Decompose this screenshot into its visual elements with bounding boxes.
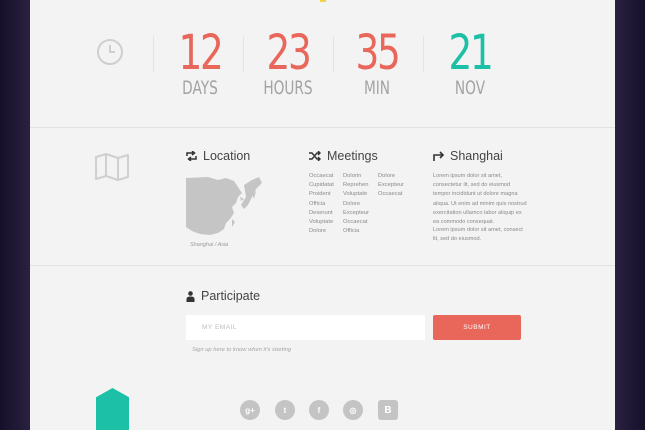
map-icon xyxy=(94,152,130,187)
google-plus-icon[interactable]: g+ xyxy=(240,400,260,420)
shanghai-title: Shanghai xyxy=(450,149,503,163)
asia-map xyxy=(186,177,262,235)
list-item: Excepteur xyxy=(378,182,405,189)
map-caption: Shanghai / Asia xyxy=(190,242,229,248)
countdown-unit: DAYS xyxy=(182,77,218,99)
location-title: Location xyxy=(203,149,251,163)
participate-heading: Participate xyxy=(186,289,260,303)
landing-page: 12 DAYS 23 HOURS 35 MIN 21 NOV Location … xyxy=(30,0,615,430)
meetings-list: Dolorin Reprehen Voluptate Dolore Except… xyxy=(343,172,369,236)
countdown-hours: 23 HOURS xyxy=(248,28,328,99)
countdown-days: 12 DAYS xyxy=(160,28,240,99)
section-divider xyxy=(30,127,615,128)
countdown-month: 21 NOV xyxy=(430,28,510,99)
shanghai-description-secondary: Lorem ipsum dolor sit amet, consect lit,… xyxy=(433,227,523,243)
list-item: Occaecat xyxy=(309,173,334,179)
return-arrow-icon xyxy=(433,151,444,161)
list-item: Voluptate xyxy=(343,191,368,198)
list-item: Dolorin xyxy=(343,173,362,179)
clock-icon xyxy=(96,38,124,71)
list-item: Cupidatat xyxy=(309,182,334,189)
countdown-unit: HOURS xyxy=(263,77,313,99)
countdown-value: 12 xyxy=(178,25,224,81)
frame-left xyxy=(0,0,30,430)
behance-icon[interactable]: B xyxy=(378,400,398,420)
facebook-icon[interactable]: f xyxy=(309,400,329,420)
location-heading: Location xyxy=(186,149,250,163)
meetings-list: Dolore Excepteur Occaecat xyxy=(378,172,404,200)
shanghai-heading: Shanghai xyxy=(433,149,503,163)
scroll-tab[interactable] xyxy=(96,388,129,430)
meetings-heading: Meetings xyxy=(309,149,378,163)
list-item: Officia xyxy=(309,200,326,207)
signup-hint: Sign up here to know when it's starting xyxy=(192,347,292,353)
countdown-minutes: 35 MIN xyxy=(337,28,417,99)
countdown-unit: MIN xyxy=(363,77,391,99)
list-item: Officia xyxy=(343,228,360,235)
list-item: Occaecat xyxy=(343,219,368,226)
list-item: Dolore xyxy=(378,173,396,179)
list-item: Excepteur xyxy=(343,209,370,216)
repeat-icon xyxy=(186,151,197,161)
email-field[interactable] xyxy=(186,315,425,340)
participate-title: Participate xyxy=(201,289,261,303)
list-item: Voluptate xyxy=(309,219,334,226)
meetings-list: Occaecat Cupidatat Proident Officia Dese… xyxy=(309,172,334,236)
submit-button[interactable]: SUBMIT xyxy=(433,315,521,340)
list-item: Occaecat xyxy=(378,191,403,198)
divider-vertical xyxy=(153,36,154,72)
countdown-value: 35 xyxy=(355,25,401,81)
person-icon xyxy=(186,290,195,302)
divider-vertical xyxy=(333,36,334,72)
list-item: Dolore xyxy=(343,200,361,207)
frame-right xyxy=(615,0,645,430)
list-item: Proident xyxy=(309,191,331,198)
countdown-unit: NOV xyxy=(454,77,486,99)
countdown-value: 23 xyxy=(266,25,312,81)
list-item: Deserunt xyxy=(309,209,333,216)
twitter-icon[interactable]: t xyxy=(275,400,295,420)
list-item: Reprehen xyxy=(343,182,369,189)
list-item: Dolore xyxy=(309,228,327,235)
countdown-value: 21 xyxy=(448,25,494,81)
divider-vertical xyxy=(243,36,244,72)
divider-vertical xyxy=(423,36,424,72)
meetings-title: Meetings xyxy=(327,149,378,163)
top-accent xyxy=(320,0,326,2)
dribbble-icon[interactable]: ◎ xyxy=(343,400,363,420)
shuffle-icon xyxy=(309,151,321,161)
shanghai-description: Lorem ipsum dolor sit amet, consectetur … xyxy=(433,173,527,226)
section-divider xyxy=(30,265,615,266)
